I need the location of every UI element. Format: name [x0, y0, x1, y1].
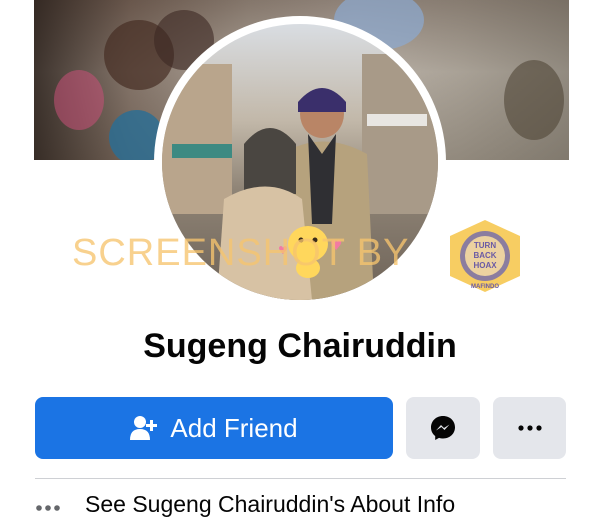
more-dots-icon [35, 491, 75, 515]
add-friend-label: Add Friend [170, 412, 298, 443]
add-friend-button[interactable]: Add Friend [35, 397, 393, 459]
message-button[interactable] [406, 397, 480, 459]
watermark-text: SCREENSHOT BY [72, 232, 410, 274]
section-divider [35, 478, 566, 479]
profile-name: Sugeng Chairuddin [143, 327, 457, 365]
svg-text:BACK: BACK [473, 251, 496, 260]
add-person-icon [130, 416, 158, 440]
svg-text:HOAX: HOAX [473, 261, 497, 270]
turnbackhoax-seal-logo: TURN BACK HOAX MAFINDO [446, 218, 524, 294]
more-options-button[interactable] [493, 397, 566, 459]
about-info-link[interactable]: See Sugeng Chairuddin's About Info [35, 491, 595, 521]
svg-text:TURN: TURN [474, 241, 496, 250]
messenger-icon [431, 416, 455, 440]
about-info-label: See Sugeng Chairuddin's About Info [85, 491, 456, 517]
cover-photo-detail [54, 70, 104, 130]
more-dots-icon [517, 425, 542, 431]
cover-photo-detail [504, 60, 564, 140]
svg-text:MAFINDO: MAFINDO [471, 284, 499, 290]
